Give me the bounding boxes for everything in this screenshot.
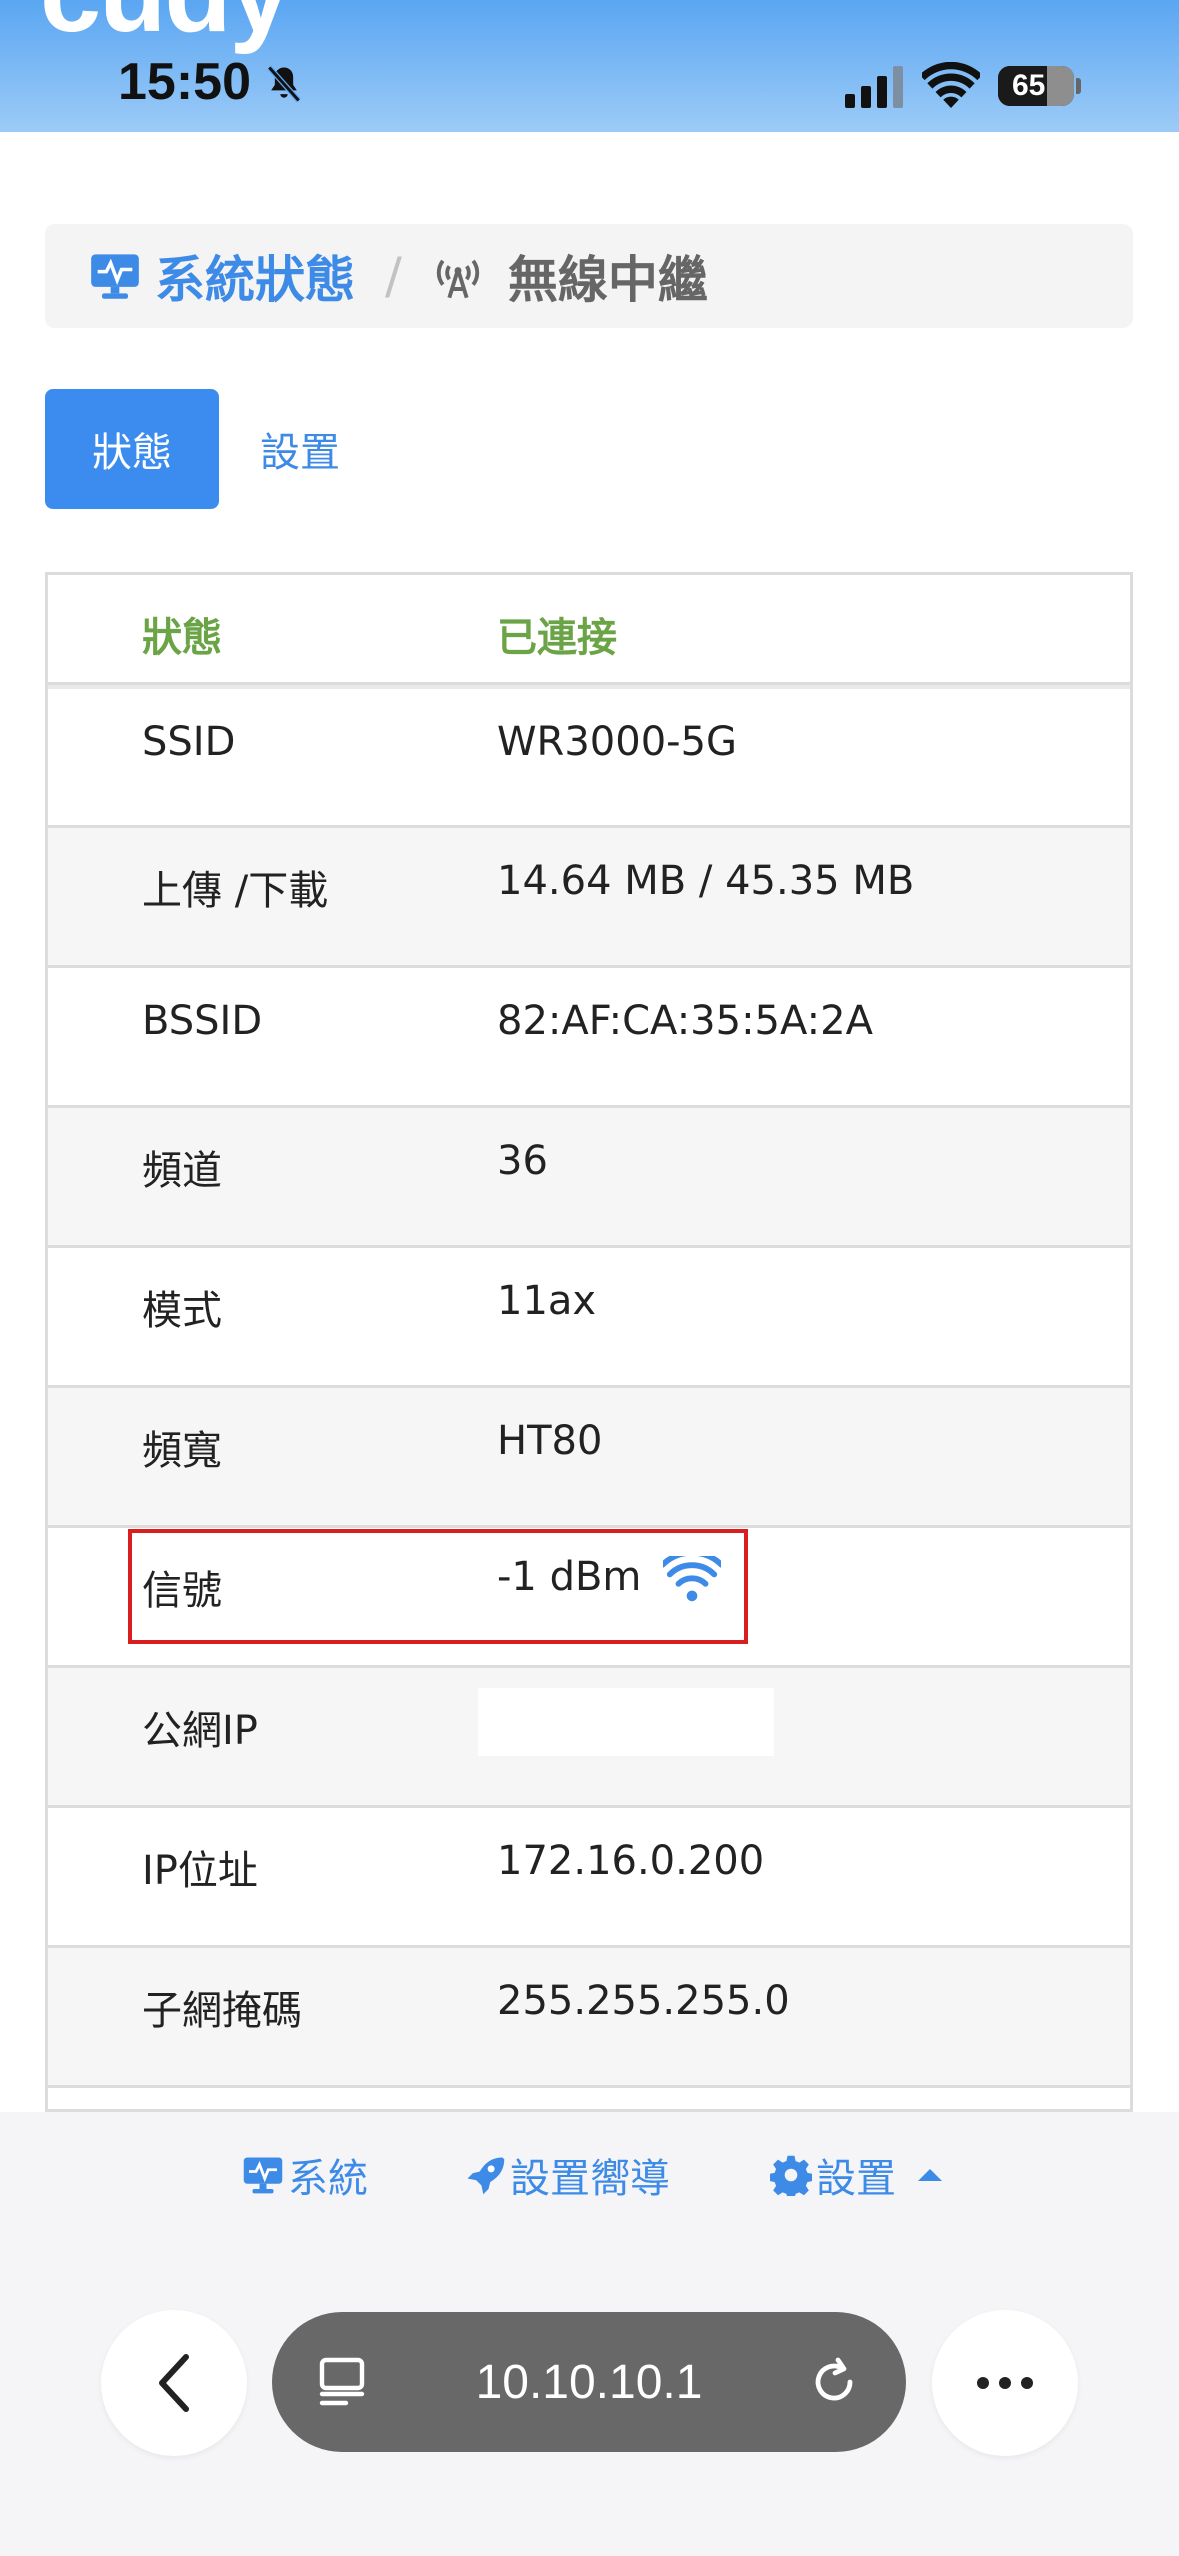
table-row: 模式 11ax	[48, 1248, 1130, 1388]
monitor-icon	[243, 2157, 283, 2194]
row-value: HT80	[497, 1418, 603, 1464]
gear-icon	[770, 2155, 812, 2196]
table-row: 子網掩碼 255.255.255.0	[48, 1948, 1130, 2088]
row-value: WR3000-5G	[497, 719, 738, 765]
menu-system[interactable]: 系統	[242, 2140, 368, 2210]
breadcrumb: 系統狀態 / 無線中繼	[45, 224, 1133, 328]
row-value: 82:AF:CA:35:5A:2A	[497, 998, 873, 1044]
rocket-icon	[467, 2157, 505, 2195]
battery-percent: 65	[1012, 69, 1046, 102]
row-label: 公網IP	[142, 1708, 258, 1754]
menu-setup-wizard[interactable]: 設置嚮導	[464, 2140, 670, 2210]
back-button[interactable]	[101, 2310, 247, 2456]
table-row: BSSID 82:AF:CA:35:5A:2A	[48, 968, 1130, 1108]
cudy-logo: cudy	[40, 0, 291, 57]
row-label: SSID	[142, 719, 236, 765]
wifi-status-icon	[922, 62, 980, 108]
bell-muted-icon	[267, 65, 301, 103]
row-label: BSSID	[142, 998, 263, 1044]
row-label: IP位址	[142, 1848, 258, 1894]
monitor-icon	[91, 254, 139, 299]
table-row: IP位址 172.16.0.200	[48, 1808, 1130, 1948]
status-table: 狀態 已連接 SSID WR3000-5G 上傳 /下載 14.64 MB / …	[45, 572, 1133, 2112]
menu-setup-wizard-label: 設置嚮導	[510, 2156, 670, 2202]
chevron-left-icon	[159, 2354, 189, 2412]
row-label: 頻道	[142, 1148, 222, 1194]
row-label: 頻寬	[142, 1428, 222, 1474]
menu-settings-label: 設置	[816, 2156, 896, 2202]
row-label: 上傳 /下載	[142, 868, 329, 914]
status-value: 已連接	[497, 615, 617, 661]
status-label: 狀態	[142, 615, 222, 661]
row-label: 模式	[142, 1288, 222, 1334]
clock: 15:50	[118, 53, 251, 111]
row-value: 11ax	[497, 1278, 597, 1324]
table-header-row: 狀態 已連接	[48, 575, 1130, 685]
reload-icon[interactable]	[808, 2356, 860, 2408]
table-row: 上傳 /下載 14.64 MB / 45.35 MB	[48, 828, 1130, 968]
row-label: 子網掩碼	[142, 1988, 302, 2034]
row-value: 255.255.255.0	[497, 1978, 790, 2024]
row-value: 36	[497, 1138, 548, 1184]
breadcrumb-current: 無線中繼	[507, 251, 708, 309]
antenna-icon	[436, 259, 479, 299]
more-button[interactable]	[932, 2310, 1078, 2456]
row-value: 172.16.0.200	[497, 1838, 765, 1884]
battery-empty	[1047, 66, 1074, 106]
tab-status[interactable]: 狀態	[45, 389, 219, 509]
status-bar: cudy 15:50 65	[0, 0, 1179, 132]
table-row: 頻寬 HT80	[48, 1388, 1130, 1528]
breadcrumb-separator: /	[385, 247, 402, 305]
address-bar[interactable]: 10.10.10.1	[272, 2312, 906, 2452]
menu-system-label: 系統	[288, 2156, 368, 2202]
masked-public-ip	[478, 1688, 774, 1756]
table-row	[48, 2088, 1130, 2109]
table-row: 公網IP	[48, 1668, 1130, 1808]
breadcrumb-home-link[interactable]: 系統狀態	[155, 240, 355, 312]
table-row: SSID WR3000-5G	[48, 689, 1130, 828]
menu-settings[interactable]: 設置	[770, 2140, 942, 2210]
signal-highlight-box	[128, 1529, 748, 1644]
caret-up-icon	[918, 2169, 942, 2181]
table-row: 頻道 36	[48, 1108, 1130, 1248]
battery-cap	[1076, 78, 1081, 94]
more-dots-icon	[977, 2377, 1033, 2389]
cellular-signal-icon	[845, 66, 903, 108]
tab-settings[interactable]: 設置	[260, 389, 340, 509]
row-value: 14.64 MB / 45.35 MB	[497, 858, 915, 904]
battery-indicator: 65	[998, 66, 1074, 106]
